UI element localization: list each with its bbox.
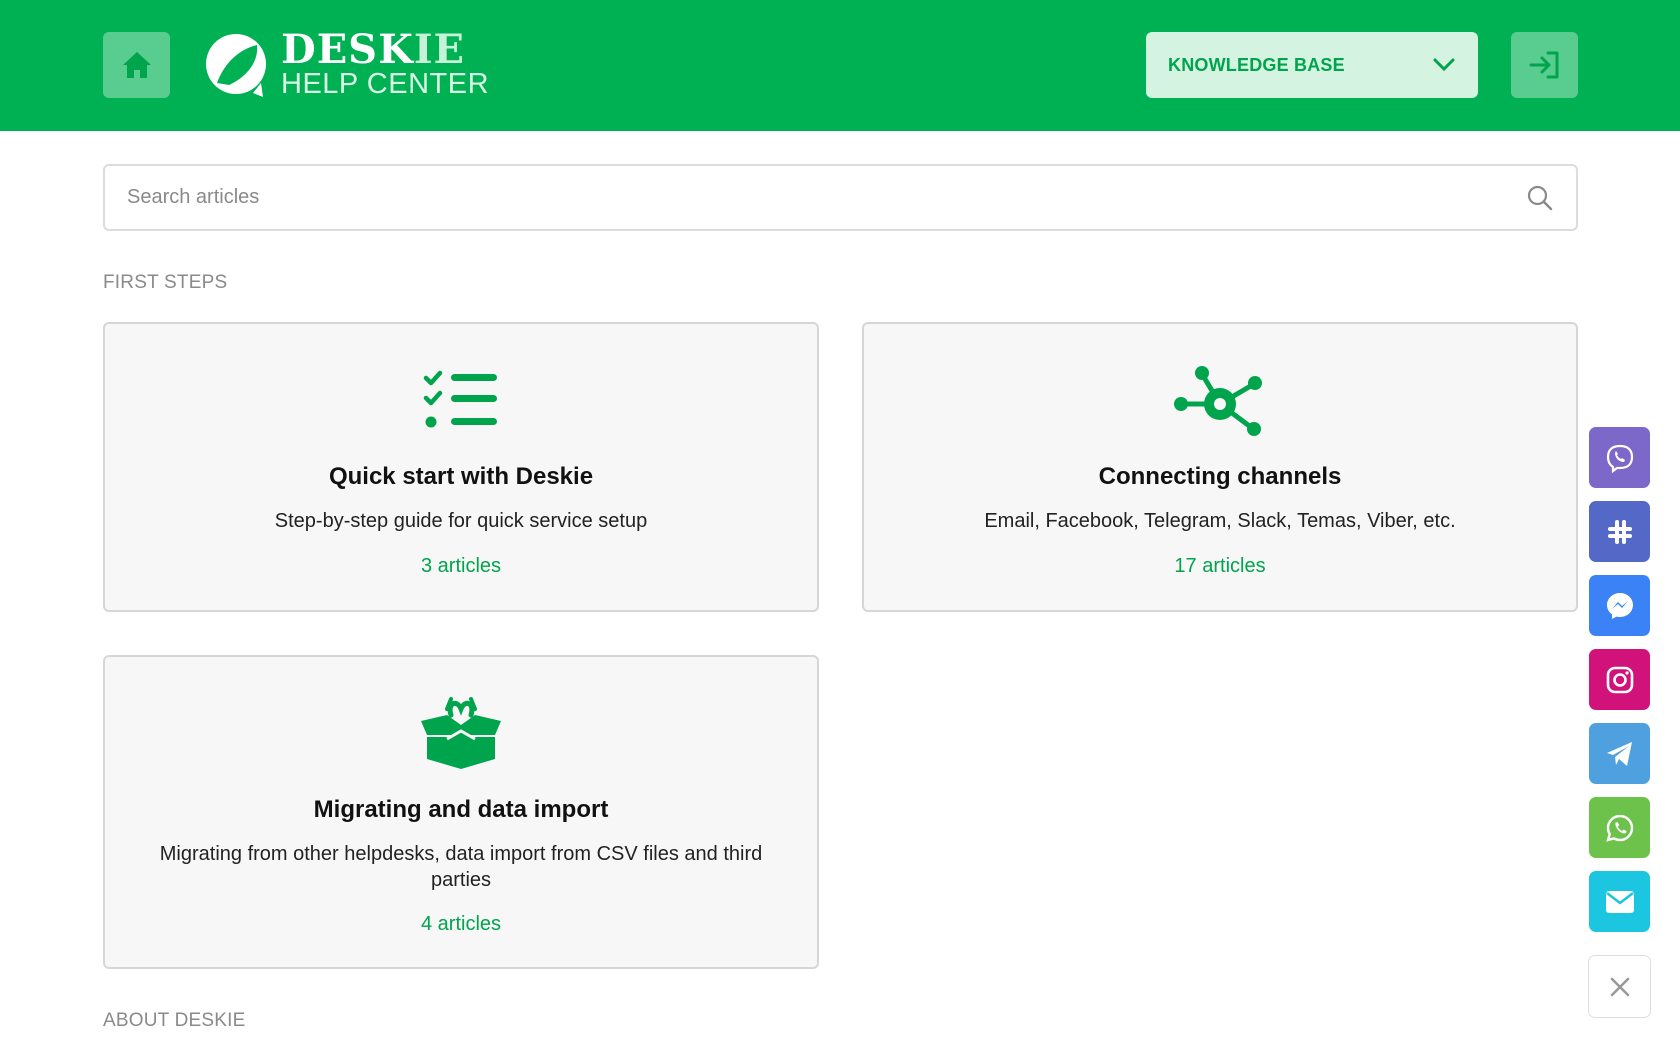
email-button[interactable] [1589, 871, 1650, 932]
logo-subtitle: HELP CENTER [281, 68, 490, 100]
search-bar[interactable] [103, 164, 1578, 231]
whatsapp-button[interactable] [1589, 797, 1650, 858]
telegram-icon [1606, 741, 1632, 766]
category-card-connecting-channels[interactable]: Connecting channels Email, Facebook, Tel… [862, 322, 1578, 612]
home-button[interactable] [103, 32, 170, 98]
instagram-button[interactable] [1589, 649, 1650, 710]
header: DESKIE HELP CENTER KNOWLEDGE BASE [0, 0, 1680, 131]
viber-button[interactable] [1589, 427, 1650, 488]
checklist-icon [423, 370, 497, 428]
category-card-quick-start[interactable]: Quick start with Deskie Step-by-step gui… [103, 322, 819, 612]
card-description: Migrating from other helpdesks, data imp… [159, 843, 763, 891]
telegram-button[interactable] [1589, 723, 1650, 784]
email-icon [1605, 890, 1634, 913]
card-article-count[interactable]: 3 articles [105, 555, 817, 578]
knowledge-base-label: KNOWLEDGE BASE [1168, 54, 1345, 75]
close-icon [1610, 977, 1629, 996]
slack-icon [1607, 519, 1632, 544]
slack-button[interactable] [1589, 501, 1650, 562]
chevron-down-icon [1433, 58, 1455, 72]
sign-in-icon [1529, 51, 1558, 79]
messenger-icon [1606, 592, 1633, 619]
card-description: Step-by-step guide for quick service set… [274, 510, 648, 532]
card-article-count[interactable]: 17 articles [864, 555, 1576, 578]
login-button[interactable] [1511, 32, 1578, 98]
knowledge-base-select[interactable]: KNOWLEDGE BASE [1146, 32, 1478, 98]
deskie-logo[interactable]: DESKIE HELP CENTER [203, 30, 489, 99]
whatsapp-icon [1605, 814, 1633, 842]
section-title-first-steps: FIRST STEPS [103, 272, 228, 293]
card-article-count[interactable]: 4 articles [105, 913, 817, 936]
network-hub-icon [1174, 366, 1262, 436]
close-channels-button[interactable] [1588, 955, 1651, 1018]
card-title: Migrating and data import [313, 796, 609, 823]
search-icon[interactable] [1526, 184, 1554, 212]
channel-buttons [1589, 427, 1650, 945]
open-box-icon [421, 697, 501, 769]
messenger-button[interactable] [1589, 575, 1650, 636]
card-title: Connecting channels [1098, 463, 1342, 490]
viber-icon [1606, 444, 1633, 473]
instagram-icon [1606, 666, 1633, 693]
logo-title: DESKIE [281, 26, 466, 73]
search-input[interactable] [127, 186, 1526, 209]
logo-mark-icon [206, 33, 266, 97]
card-description: Email, Facebook, Telegram, Slack, Temas,… [984, 510, 1456, 532]
section-title-about: ABOUT DESKIE [103, 1010, 246, 1031]
card-title: Quick start with Deskie [328, 463, 594, 490]
home-icon [122, 52, 151, 78]
category-card-migrating[interactable]: Migrating and data import Migrating from… [103, 655, 819, 969]
